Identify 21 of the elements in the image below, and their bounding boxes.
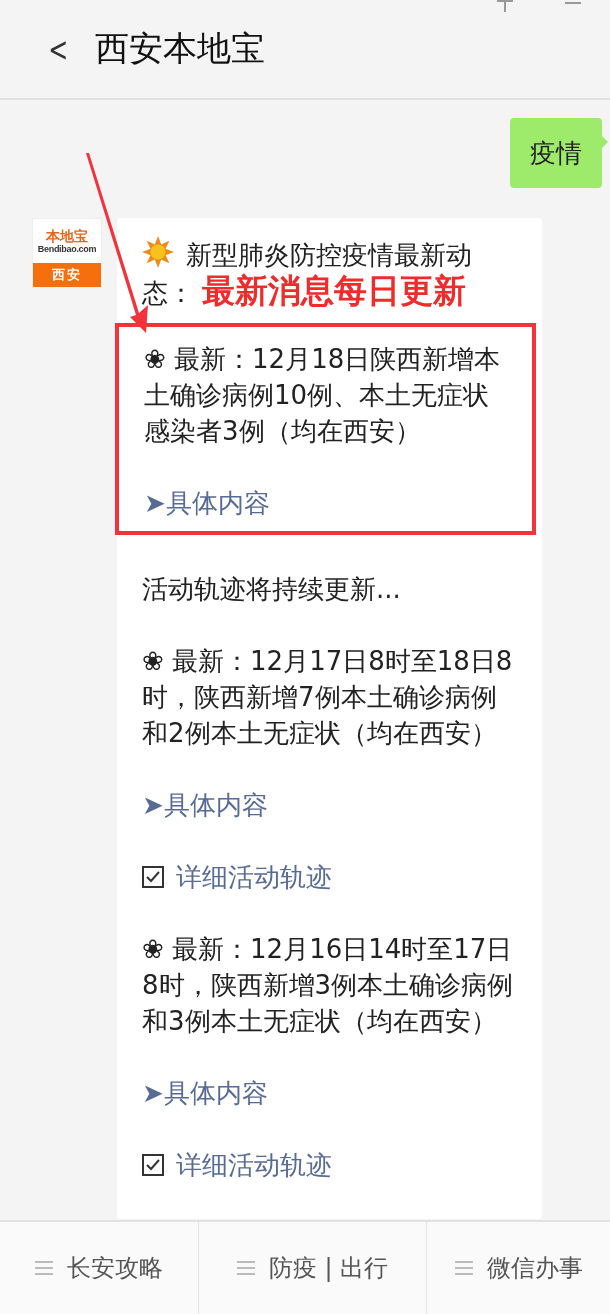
details-link[interactable]: ➤具体内容 — [142, 1075, 516, 1111]
avatar-city: 西安 — [33, 263, 101, 287]
news-text: ❀ 最新：12月18日陕西新增本土确诊病例10例、本土无症状感染者3例（均在西安） — [144, 343, 502, 448]
details-link[interactable]: ➤具体内容 — [142, 787, 516, 823]
avatar-brand: 本地宝 — [46, 227, 88, 244]
note-text: 活动轨迹将持续更新... — [142, 573, 402, 606]
news-text: ❀ 最新：12月17日8时至18日8时，陕西新增7例本土确诊病例和2例本土无症状（均在西安） — [142, 645, 514, 750]
menu-icon — [236, 1261, 255, 1275]
sun-icon — [142, 236, 174, 268]
details-link[interactable]: ➤具体内容 — [144, 485, 512, 521]
intro-text: 新型肺炎防控疫情最新动态： 最新消息每日更新 — [142, 236, 516, 311]
bubble-tail — [602, 136, 608, 148]
news-text: ❀ 最新：12月16日14时至17日8时，陕西新增3例本土确诊病例和3例本土无症状（均在西安） — [142, 933, 515, 1038]
avatar-site: Bendibao.com — [37, 243, 97, 255]
back-button[interactable]: < — [48, 29, 69, 69]
window-title: 西安本地宝 — [94, 27, 265, 70]
activity-link[interactable]: 详细活动轨迹 — [176, 859, 332, 895]
minimize-icon[interactable] — [565, 0, 581, 6]
menu-icon — [454, 1261, 473, 1275]
menu-icon — [35, 1261, 53, 1275]
activity-link[interactable]: 详细活动轨迹 — [176, 1147, 332, 1183]
